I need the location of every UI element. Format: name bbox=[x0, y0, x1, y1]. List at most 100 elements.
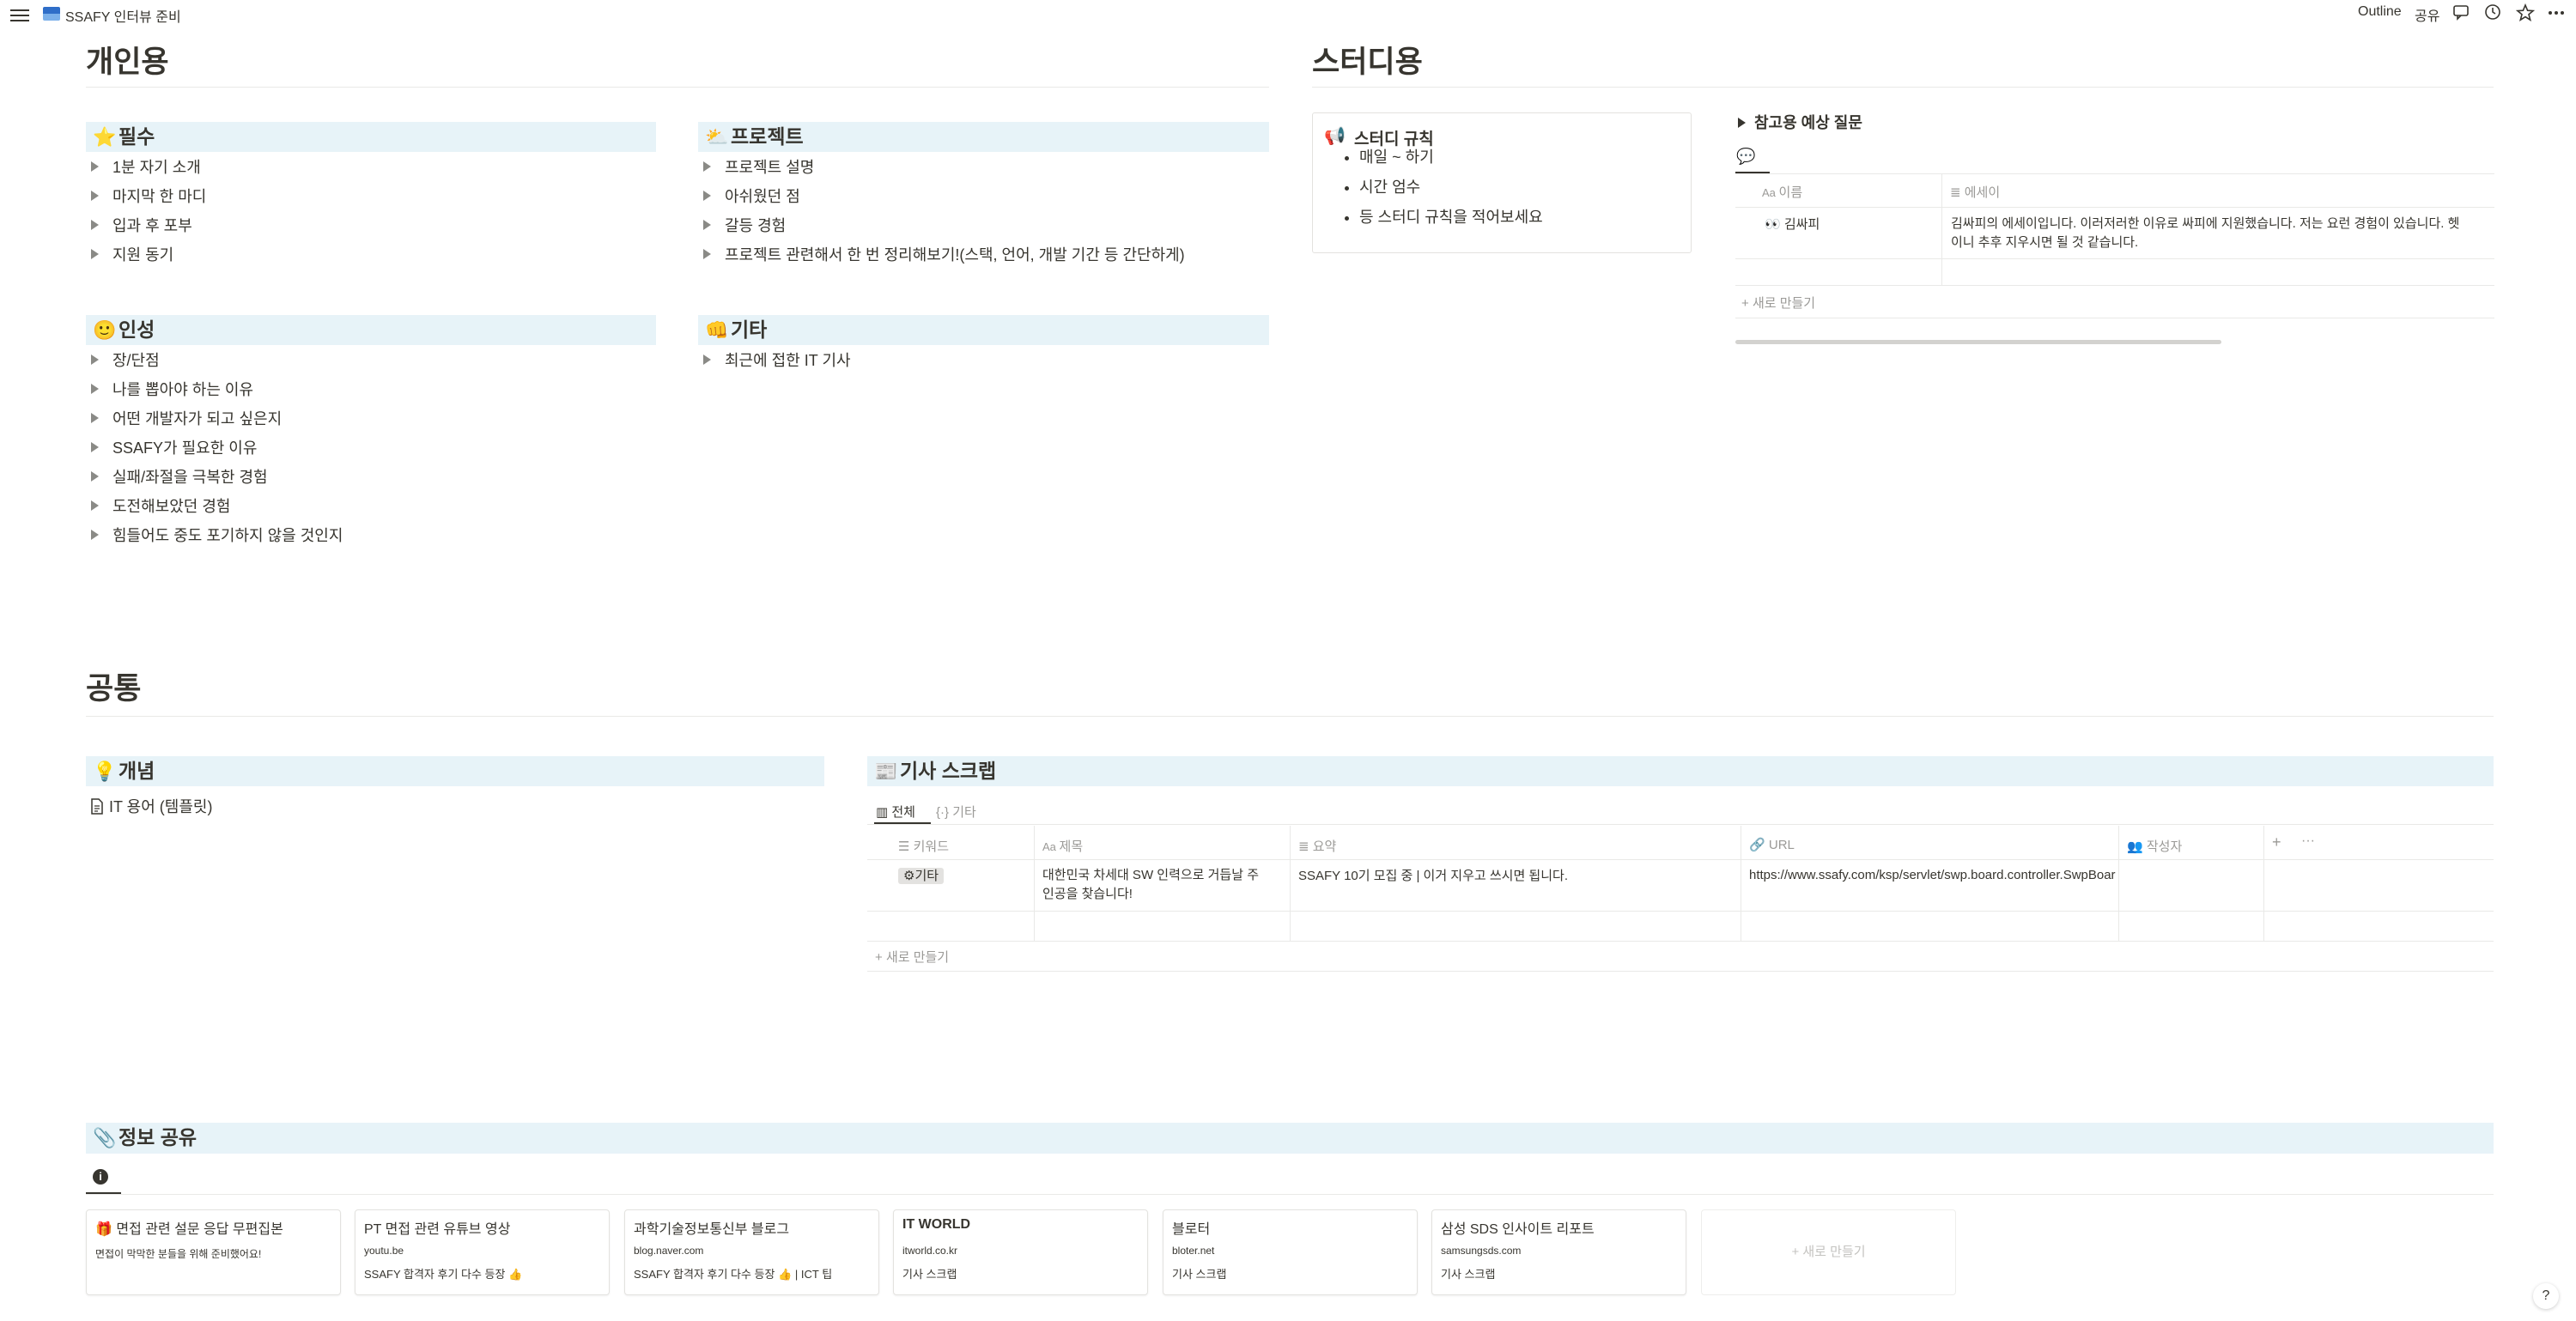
divider bbox=[86, 1194, 2494, 1195]
concept-page-link[interactable]: IT 용어 (템플릿) bbox=[90, 795, 212, 817]
title-cell[interactable]: 대한민국 차세대 SW 인력으로 거듭날 주 인공을 찾습니다! bbox=[1042, 866, 1259, 904]
etc-title: 기타 bbox=[731, 318, 768, 341]
new-row-button[interactable]: + 새로 만들기 bbox=[1741, 294, 1815, 312]
column-header-name[interactable]: Aa 이름 bbox=[1762, 183, 1802, 201]
toggle-arrow-icon[interactable] bbox=[91, 354, 99, 365]
gallery-card[interactable]: 삼성 SDS 인사이트 리포트 samsungsds.com 기사 스크랩 bbox=[1431, 1209, 1686, 1295]
questions-toggle[interactable]: 참고용 예상 질문 bbox=[1738, 112, 1862, 133]
table-row[interactable]: 👀 김싸피 bbox=[1765, 215, 1820, 233]
keyword-tag[interactable]: ⚙기타 bbox=[898, 866, 945, 884]
study-heading: 스터디용 bbox=[1312, 45, 1423, 79]
personal-heading: 개인용 bbox=[86, 45, 169, 79]
toggle-item[interactable]: 아쉬웠던 점 bbox=[698, 182, 1185, 211]
outline-button[interactable]: Outline bbox=[2358, 4, 2402, 20]
gallery-card[interactable]: PT 면접 관련 유튜브 영상 youtu.be SSAFY 합격자 후기 다수… bbox=[355, 1209, 610, 1295]
text-prop-icon: ≣ bbox=[1298, 839, 1313, 854]
multiselect-prop-icon: ☰ bbox=[898, 839, 914, 854]
toggle-arrow-icon[interactable] bbox=[703, 249, 711, 259]
essay-cell[interactable]: 김싸피의 에세이입니다. 이러저러한 이유로 싸피에 지원했습니다. 저는 요런… bbox=[1951, 215, 2494, 252]
card-tag: SSAFY 합격자 후기 다수 등장 👍 | ICT 팁 bbox=[634, 1268, 833, 1281]
column-header-keyword[interactable]: ☰ 키워드 bbox=[898, 837, 949, 855]
toggle-item[interactable]: 나를 뽑아야 하는 이유 bbox=[86, 375, 343, 404]
toggle-arrow-icon[interactable] bbox=[91, 191, 99, 201]
help-button[interactable]: ? bbox=[2533, 1283, 2559, 1309]
url-cell[interactable]: https://www.ssafy.com/ksp/servlet/swp.bo… bbox=[1749, 868, 2117, 882]
toggle-arrow-icon[interactable] bbox=[91, 220, 99, 230]
new-card-button[interactable]: + 새로 만들기 bbox=[1701, 1209, 1956, 1295]
gallery-card[interactable]: 🎁 면접 관련 설문 응답 무편집본 면접이 막막한 분들을 위해 준비했어요! bbox=[86, 1209, 341, 1295]
toggle-arrow-icon[interactable] bbox=[91, 413, 99, 423]
project-callout-header: ⛅ 프로젝트 bbox=[698, 122, 1269, 152]
more-icon[interactable]: ··· bbox=[2301, 833, 2315, 849]
title-prop-icon: Aa bbox=[1762, 186, 1779, 199]
toggle-item[interactable]: 도전해보았던 경험 bbox=[86, 492, 343, 521]
comment-icon[interactable] bbox=[2451, 3, 2470, 22]
card-title: 삼성 SDS 인사이트 리포트 bbox=[1441, 1222, 1595, 1237]
toggle-item[interactable]: 실패/좌절을 극복한 경험 bbox=[86, 463, 343, 492]
toggle-arrow-icon[interactable] bbox=[91, 471, 99, 482]
common-heading: 공통 bbox=[86, 672, 142, 706]
column-header-title[interactable]: Aa 제목 bbox=[1042, 837, 1083, 855]
toggle-arrow-icon[interactable] bbox=[91, 500, 99, 511]
card-domain: samsungsds.com bbox=[1441, 1245, 1522, 1257]
toggle-arrow-icon[interactable] bbox=[703, 161, 711, 172]
tab-all[interactable]: ▥ 전체 bbox=[876, 803, 915, 821]
divider bbox=[1290, 826, 1291, 941]
toggle-item[interactable]: 어떤 개발자가 되고 싶은지 bbox=[86, 404, 343, 433]
horizontal-scrollbar[interactable] bbox=[1735, 340, 2221, 344]
page-title[interactable]: SSAFY 인터뷰 준비 bbox=[65, 5, 181, 26]
column-header-summary[interactable]: ≣ 요약 bbox=[1298, 837, 1336, 855]
toggle-item[interactable]: 프로젝트 설명 bbox=[698, 153, 1185, 182]
card-title: 블로터 bbox=[1172, 1222, 1211, 1237]
toggle-item[interactable]: 마지막 한 마디 bbox=[86, 182, 206, 211]
add-column-icon[interactable]: + bbox=[2272, 833, 2281, 851]
gallery-card[interactable]: 과학기술정보통신부 블로그 blog.naver.com SSAFY 합격자 후… bbox=[624, 1209, 879, 1295]
column-header-essay[interactable]: ≣ 에세이 bbox=[1950, 183, 2000, 201]
toggle-item[interactable]: 프로젝트 관련해서 한 번 정리해보기!(스택, 언어, 개발 기간 등 간단하… bbox=[698, 240, 1185, 270]
share-button[interactable]: 공유 bbox=[2415, 4, 2439, 25]
toggle-arrow-icon[interactable] bbox=[91, 530, 99, 540]
toggle-item[interactable]: 지원 동기 bbox=[86, 240, 206, 270]
gallery-card[interactable]: 블로터 bloter.net 기사 스크랩 bbox=[1163, 1209, 1418, 1295]
toggle-arrow-icon[interactable] bbox=[91, 384, 99, 394]
toggle-arrow-icon[interactable] bbox=[1738, 118, 1746, 128]
tab-etc[interactable]: {·} 기타 bbox=[936, 803, 976, 821]
toggle-arrow-icon[interactable] bbox=[91, 249, 99, 259]
must-list: 1분 자기 소개 마지막 한 마디 입과 후 포부 지원 동기 bbox=[86, 153, 206, 270]
toggle-item[interactable]: 최근에 접한 IT 기사 bbox=[698, 346, 851, 375]
divider bbox=[1735, 173, 2494, 174]
fist-icon: 👊 bbox=[705, 319, 729, 341]
toggle-item[interactable]: SSAFY가 필요한 이유 bbox=[86, 433, 343, 463]
divider bbox=[1941, 174, 1942, 286]
toggle-arrow-icon[interactable] bbox=[91, 442, 99, 452]
toggle-item[interactable]: 장/단점 bbox=[86, 346, 343, 375]
toggle-item[interactable]: 입과 후 포부 bbox=[86, 211, 206, 240]
etc-callout-header: 👊 기타 bbox=[698, 315, 1269, 345]
divider bbox=[867, 859, 2494, 860]
toggle-item[interactable]: 갈등 경험 bbox=[698, 211, 1185, 240]
toggle-arrow-icon[interactable] bbox=[703, 354, 711, 365]
toggle-arrow-icon[interactable] bbox=[91, 161, 99, 172]
menu-icon[interactable] bbox=[10, 6, 29, 23]
share-callout-header: 📎 정보 공유 bbox=[86, 1123, 2494, 1154]
column-header-author[interactable]: 👥 작성자 bbox=[2127, 837, 2182, 855]
column-header-url[interactable]: 🔗 URL bbox=[1749, 837, 1795, 852]
card-title: 과학기술정보통신부 블로그 bbox=[634, 1222, 790, 1237]
new-row-button[interactable]: + 새로 만들기 bbox=[875, 948, 949, 966]
divider bbox=[1735, 258, 2494, 259]
gallery-card[interactable]: IT WORLD itworld.co.kr 기사 스크랩 bbox=[893, 1209, 1148, 1295]
toggle-arrow-icon[interactable] bbox=[703, 191, 711, 201]
chat-view-icon[interactable]: 💬 bbox=[1736, 148, 1755, 165]
scrap-title: 기사 스크랩 bbox=[900, 760, 997, 782]
more-icon[interactable] bbox=[2547, 3, 2566, 22]
info-view-icon[interactable]: i bbox=[93, 1169, 108, 1185]
card-text: 면접이 막막한 분들을 위해 준비했어요! bbox=[95, 1248, 262, 1260]
star-icon[interactable] bbox=[2515, 3, 2536, 22]
summary-cell[interactable]: SSAFY 10기 모집 중 | 이거 지우고 쓰시면 됩니다. bbox=[1298, 866, 1568, 884]
toggle-arrow-icon[interactable] bbox=[703, 220, 711, 230]
toggle-item[interactable]: 1분 자기 소개 bbox=[86, 153, 206, 182]
toggle-item[interactable]: 힘들어도 중도 포기하지 않을 것인지 bbox=[86, 521, 343, 550]
clock-icon[interactable] bbox=[2483, 3, 2502, 22]
concept-title: 개념 bbox=[118, 760, 155, 782]
divider bbox=[2263, 826, 2264, 941]
